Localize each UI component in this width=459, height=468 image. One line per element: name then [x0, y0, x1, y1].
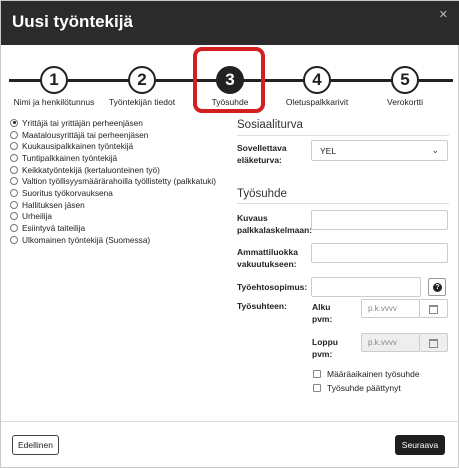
radio-button[interactable]	[10, 235, 18, 244]
new-employee-dialog: Uusi työntekijä ✕ 1 Nimi ja henkilötunnu…	[0, 0, 459, 468]
radio-button[interactable]	[10, 177, 18, 186]
step-3-circle[interactable]: 3	[216, 66, 244, 94]
pension-label: Sovellettava eläketurva:	[237, 142, 287, 166]
wizard-stepper: 1 Nimi ja henkilötunnus 2 Työntekijän ti…	[1, 59, 459, 119]
dialog-header: Uusi työntekijä ✕	[1, 1, 459, 45]
step-5-circle[interactable]: 5	[391, 66, 419, 94]
radio-button[interactable]	[10, 212, 18, 221]
radio-button[interactable]	[10, 153, 18, 162]
step-1-circle[interactable]: 1	[40, 66, 68, 94]
radio-label: Suoritus työkorvauksena	[22, 187, 113, 198]
step-2-label[interactable]: Työntekijän tiedot	[109, 97, 175, 107]
radio-button[interactable]	[10, 200, 18, 209]
radio-option-gig[interactable]: Keikkatyöntekijä (kertaluonteinen työ)	[10, 164, 225, 176]
pension-select-value: YEL	[320, 146, 337, 156]
occupation-class-label-line2: vakuutukseen:	[237, 259, 297, 269]
radio-option-monthly-salary[interactable]: Kuukausipalkkainen työntekijä	[10, 140, 225, 152]
employment-heading: Työsuhde	[237, 188, 287, 200]
section-divider	[237, 135, 449, 136]
help-button[interactable]: ?	[428, 278, 446, 296]
step-4-circle[interactable]: 4	[303, 66, 331, 94]
radio-button[interactable]	[10, 118, 18, 127]
radio-label: Kuukausipalkkainen työntekijä	[22, 141, 134, 152]
pension-label-line2: eläketurva:	[237, 155, 282, 165]
end-date-input[interactable]: p.k.vvvv	[361, 333, 420, 352]
chevron-down-icon: ⌄	[431, 145, 439, 155]
radio-button[interactable]	[10, 224, 18, 233]
fixed-term-label: Määräaikainen työsuhde	[327, 369, 420, 379]
radio-label: Esiintyvä taiteilija	[22, 223, 86, 234]
step-4-label[interactable]: Oletuspalkkarivit	[286, 97, 348, 107]
step-2-circle[interactable]: 2	[128, 66, 156, 94]
pension-select[interactable]: YEL ⌄	[311, 140, 448, 161]
end-date-label-line2: pvm:	[312, 349, 333, 359]
radio-label: Tuntipalkkainen työntekijä	[22, 152, 118, 163]
step-1-label[interactable]: Nimi ja henkilötunnus	[14, 97, 95, 107]
radio-option-wage-subsidy[interactable]: Valtion työllisyysmäärärahoilla työllist…	[10, 175, 225, 187]
end-date-calendar-button[interactable]	[420, 333, 448, 352]
radio-button[interactable]	[10, 188, 18, 197]
end-date-label-line1: Loppu	[312, 337, 338, 347]
radio-option-farmer[interactable]: Maatalousyrittäjä tai perheenjäsen	[10, 129, 225, 141]
radio-button[interactable]	[10, 165, 18, 174]
radio-option-entrepreneur[interactable]: Yrittäjä tai yrittäjän perheenjäsen	[10, 117, 225, 129]
salary-description-input[interactable]	[311, 210, 448, 230]
fixed-term-checkbox[interactable]	[313, 370, 321, 378]
employment-type-radio-group: Yrittäjä tai yrittäjän perheenjäsen Maat…	[10, 117, 225, 246]
dialog-title: Uusi työntekijä	[12, 12, 133, 31]
next-button[interactable]: Seuraava	[395, 435, 445, 455]
fixed-term-checkbox-item[interactable]: Määräaikainen työsuhde	[313, 369, 420, 379]
question-mark-icon: ?	[433, 283, 442, 292]
start-date-input[interactable]: p.k.vvvv	[361, 299, 420, 318]
close-icon[interactable]: ✕	[439, 8, 448, 21]
radio-label: Ulkomainen työntekijä (Suomessa)	[22, 234, 151, 245]
occupation-class-label: Ammattiluokka vakuutukseen:	[237, 246, 298, 270]
radio-label: Hallituksen jäsen	[22, 199, 85, 210]
step-3-label[interactable]: Työsuhde	[212, 97, 249, 107]
radio-option-work-compensation[interactable]: Suoritus työkorvauksena	[10, 187, 225, 199]
previous-button[interactable]: Edellinen	[12, 435, 59, 455]
radio-option-hourly[interactable]: Tuntipalkkainen työntekijä	[10, 152, 225, 164]
employment-period-label: Työsuhteen:	[237, 301, 287, 311]
radio-label: Keikkatyöntekijä (kertaluonteinen työ)	[22, 164, 160, 175]
employment-ended-checkbox-item[interactable]: Työsuhde päättynyt	[313, 383, 401, 393]
radio-option-athlete[interactable]: Urheilija	[10, 211, 225, 223]
pension-label-line1: Sovellettava	[237, 143, 287, 153]
social-security-heading: Sosiaaliturva	[237, 119, 303, 131]
radio-label: Valtion työllisyysmäärärahoilla työllist…	[22, 176, 216, 187]
radio-label: Yrittäjä tai yrittäjän perheenjäsen	[22, 117, 143, 128]
start-date-label: Alku pvm:	[312, 301, 332, 325]
radio-label: Urheilija	[22, 211, 52, 222]
radio-button[interactable]	[10, 130, 18, 139]
occupation-class-input[interactable]	[311, 243, 448, 263]
employment-ended-label: Työsuhde päättynyt	[327, 383, 401, 393]
calendar-icon	[429, 305, 438, 314]
start-date-label-line2: pvm:	[312, 314, 333, 324]
salary-description-label-line1: Kuvaus	[237, 213, 268, 223]
occupation-class-label-line1: Ammattiluokka	[237, 247, 298, 257]
salary-description-label: Kuvaus palkkalaskelmaan:	[237, 212, 312, 236]
footer-divider	[1, 421, 459, 422]
radio-button[interactable]	[10, 142, 18, 151]
radio-option-performing-artist[interactable]: Esiintyvä taiteilija	[10, 222, 225, 234]
calendar-icon	[429, 339, 438, 348]
end-date-label: Loppu pvm:	[312, 336, 338, 360]
collective-agreement-label: Työehtosopimus:	[237, 282, 308, 292]
salary-description-label-line2: palkkalaskelmaan:	[237, 225, 313, 235]
step-5-label[interactable]: Verokortti	[387, 97, 423, 107]
radio-label: Maatalousyrittäjä tai perheenjäsen	[22, 129, 149, 140]
radio-option-board-member[interactable]: Hallituksen jäsen	[10, 199, 225, 211]
employment-ended-checkbox[interactable]	[313, 384, 321, 392]
radio-option-foreign-employee[interactable]: Ulkomainen työntekijä (Suomessa)	[10, 234, 225, 246]
start-date-label-line1: Alku	[312, 302, 331, 312]
start-date-calendar-button[interactable]	[420, 299, 448, 318]
collective-agreement-input[interactable]	[311, 277, 421, 297]
section-divider	[237, 203, 449, 204]
